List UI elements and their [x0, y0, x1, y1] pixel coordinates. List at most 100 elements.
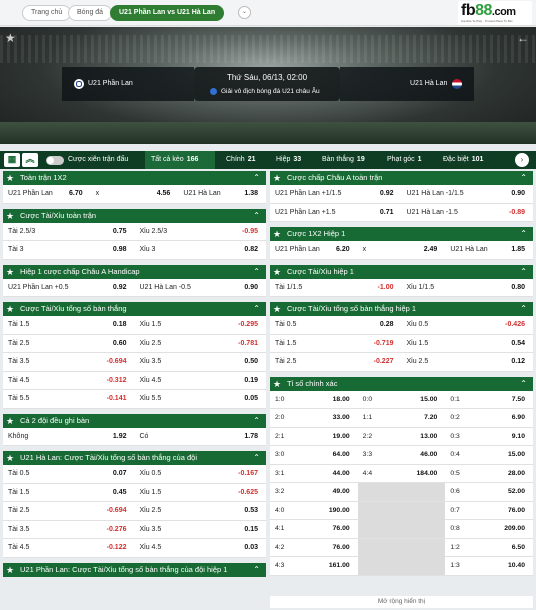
odds-value[interactable]: 0.53 [135, 507, 258, 514]
odds-value[interactable]: 10.40 [445, 562, 525, 569]
odds-value[interactable]: 0.03 [135, 544, 258, 551]
odds-value[interactable]: -0.167 [135, 470, 258, 477]
star-icon[interactable]: ★ [6, 453, 16, 463]
section-header[interactable]: ★ Tỉ số chính xác ⌃ [270, 376, 533, 391]
star-icon[interactable]: ★ [6, 267, 16, 277]
odds-value[interactable]: 0.12 [402, 358, 525, 365]
odds-value[interactable]: -0.625 [135, 489, 258, 496]
odds-value[interactable]: 0.80 [402, 284, 525, 291]
odds-value[interactable]: 4.56 [91, 190, 171, 197]
star-icon[interactable]: ★ [273, 267, 283, 277]
odds-value[interactable]: 49.00 [270, 488, 350, 495]
section-header[interactable]: ★ U21 Hà Lan: Cược Tài/Xỉu tổng số bàn th… [3, 451, 266, 465]
section-header[interactable]: ★ Cược 1X2 Hiệp 1 ⌃ [270, 227, 533, 241]
odds-value[interactable]: -0.781 [135, 340, 258, 347]
section-header[interactable]: ★ Cược chấp Châu A toàn trận ⌃ [270, 171, 533, 185]
star-icon[interactable]: ★ [6, 304, 16, 314]
chevron-up-icon[interactable]: ⌃ [253, 171, 260, 185]
chevron-up-icon[interactable]: ⌃ [520, 227, 527, 241]
chevron-up-icon[interactable]: ⌃ [253, 209, 260, 223]
chevron-down-icon[interactable]: ⌄ [238, 6, 251, 19]
odds-value[interactable]: 0.92 [270, 190, 394, 197]
odds-value[interactable]: 0.50 [135, 358, 258, 365]
chevron-up-icon[interactable]: ⌃ [520, 302, 527, 316]
star-icon[interactable]: ★ [273, 173, 283, 183]
odds-value[interactable]: 0.28 [270, 321, 394, 328]
odds-value[interactable]: 184.00 [358, 470, 438, 477]
breadcrumb-football[interactable]: Bóng đá [68, 5, 113, 21]
odds-value[interactable]: 0.75 [3, 228, 127, 235]
breadcrumb-match[interactable]: U21 Phần Lan vs U21 Hà Lan [110, 5, 225, 21]
odds-value[interactable]: -0.227 [270, 358, 394, 365]
odds-value[interactable]: -0.122 [3, 544, 127, 551]
odds-value[interactable]: 1.78 [135, 433, 258, 440]
odds-value[interactable]: 209.00 [445, 525, 525, 532]
section-header[interactable]: ★ Cược Tài/Xỉu tổng số bàn thắng hiệp 1 ⌃ [270, 302, 533, 316]
star-icon[interactable]: ★ [5, 32, 18, 45]
odds-value[interactable]: -0.276 [3, 526, 127, 533]
tab-goals[interactable]: Bàn thắng 19 [322, 151, 365, 169]
odds-value[interactable]: -0.141 [3, 395, 127, 402]
chevron-up-icon[interactable]: ⌃ [253, 563, 260, 577]
odds-value[interactable]: -0.426 [402, 321, 525, 328]
chevron-up-icon[interactable]: ⌃ [520, 171, 527, 185]
collapse-icon[interactable]: ︽ [22, 153, 38, 167]
odds-value[interactable]: 0.82 [135, 246, 258, 253]
odds-value[interactable]: 0.90 [402, 190, 525, 197]
odds-value[interactable]: 0.18 [3, 321, 127, 328]
star-icon[interactable]: ★ [273, 229, 283, 239]
chevron-up-icon[interactable]: ⌃ [520, 377, 527, 391]
odds-value[interactable]: 1.92 [3, 433, 127, 440]
odds-value[interactable]: 6.70 [3, 190, 83, 197]
chevron-up-icon[interactable]: ⌃ [520, 265, 527, 279]
odds-value[interactable]: 15.00 [445, 451, 525, 458]
odds-value[interactable]: 2.49 [358, 246, 438, 253]
odds-value[interactable]: 19.00 [270, 433, 350, 440]
odds-value[interactable]: -0.694 [3, 507, 127, 514]
chevron-right-icon[interactable]: › [515, 153, 529, 167]
odds-value[interactable]: -0.694 [3, 358, 127, 365]
odds-value[interactable]: 64.00 [270, 451, 350, 458]
odds-value[interactable]: 6.90 [445, 414, 525, 421]
odds-value[interactable]: 0.71 [270, 209, 394, 216]
odds-value[interactable]: 1.85 [445, 246, 525, 253]
odds-value[interactable]: 76.00 [270, 525, 350, 532]
odds-value[interactable]: 1.38 [178, 190, 258, 197]
expand-more-button[interactable]: Mở rộng hiển thị [270, 596, 533, 608]
odds-value[interactable]: 9.10 [445, 433, 525, 440]
star-icon[interactable]: ★ [273, 304, 283, 314]
odds-value[interactable]: 0.60 [3, 340, 127, 347]
odds-value[interactable]: 13.00 [358, 433, 437, 440]
tab-main[interactable]: Chính 21 [226, 151, 255, 169]
section-header[interactable]: ★ Hiệp 1 cược chấp Châu A Handicap ⌃ [3, 264, 266, 279]
chevron-up-icon[interactable]: ⌃ [253, 414, 260, 428]
star-icon[interactable]: ★ [273, 379, 283, 389]
odds-value[interactable]: 18.00 [270, 396, 350, 403]
odds-value[interactable]: 7.20 [358, 414, 437, 421]
odds-value[interactable]: 44.00 [270, 470, 350, 477]
odds-value[interactable]: 0.98 [3, 246, 127, 253]
odds-value[interactable]: 33.00 [270, 414, 350, 421]
star-icon[interactable]: ★ [6, 173, 16, 183]
back-arrow-icon[interactable]: ← [516, 32, 530, 46]
breadcrumb-home[interactable]: Trang chủ [22, 5, 72, 21]
section-header[interactable]: ★ Cược Tài/Xỉu toàn trận ⌃ [3, 208, 266, 223]
odds-value[interactable]: -0.295 [135, 321, 258, 328]
odds-value[interactable]: -0.312 [3, 377, 127, 384]
parlay-toggle[interactable] [46, 156, 64, 165]
section-header[interactable]: ★ Toàn trận 1X2 ⌃ [3, 171, 266, 185]
odds-value[interactable]: 52.00 [445, 488, 525, 495]
tab-corners[interactable]: Phạt góc 1 [387, 151, 422, 169]
odds-value[interactable]: 15.00 [358, 396, 437, 403]
chevron-up-icon[interactable]: ⌃ [253, 451, 260, 465]
odds-value[interactable]: 6.20 [270, 246, 350, 253]
chevron-up-icon[interactable]: ⌃ [253, 265, 260, 279]
section-header[interactable]: ★ Cả 2 đội đều ghi bàn ⌃ [3, 413, 266, 428]
odds-value[interactable]: 0.54 [402, 340, 525, 347]
star-icon[interactable]: ★ [6, 211, 16, 221]
section-header[interactable]: ★ U21 Phần Lan: Cược Tài/Xỉu tổng số bàn … [3, 562, 266, 577]
section-header[interactable]: ★ Cược Tài/Xỉu tổng số bàn thắng ⌃ [3, 302, 266, 316]
section-header[interactable]: ★ Cược Tài/Xỉu hiệp 1 ⌃ [270, 264, 533, 279]
odds-value[interactable]: 0.19 [135, 377, 258, 384]
odds-value[interactable]: -0.89 [402, 209, 525, 216]
